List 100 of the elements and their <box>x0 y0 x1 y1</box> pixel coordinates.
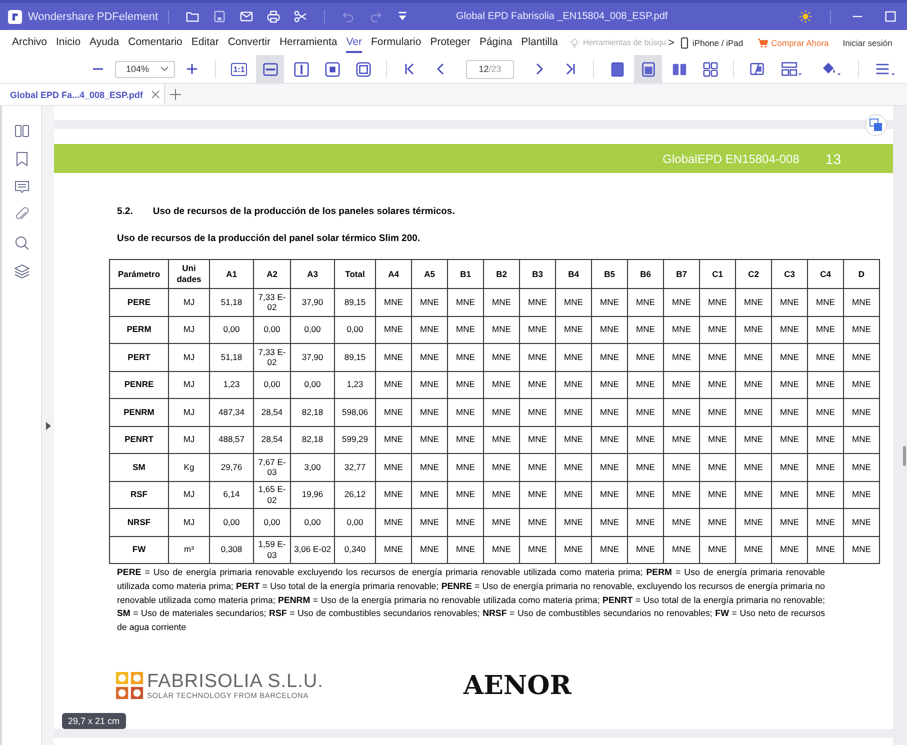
phone-icon <box>678 36 690 48</box>
table-cell: MNE <box>520 398 556 426</box>
table-cell: MNE <box>592 316 628 344</box>
cart-icon <box>757 36 768 48</box>
table-cell: MNE <box>736 454 772 481</box>
scissors-icon[interactable] <box>294 10 308 23</box>
table-cell: MNE <box>628 371 664 398</box>
row-header: PENRT <box>110 426 168 454</box>
actual-size-button[interactable]: 1:1 <box>225 55 253 83</box>
table-cell: MNE <box>376 344 412 371</box>
row-header: PERT <box>110 344 168 371</box>
table-cell: MNE <box>664 508 700 536</box>
table-cell: MNE <box>772 371 808 398</box>
table-cell: MJ <box>168 508 210 536</box>
bookmark-icon[interactable] <box>14 151 30 167</box>
menu-item[interactable]: Comentario <box>128 32 182 52</box>
save-icon[interactable] <box>213 10 226 23</box>
continuous-view-button[interactable] <box>634 55 662 83</box>
continuous-page-icon[interactable] <box>640 60 656 78</box>
table-cell: 0,00 <box>254 316 290 344</box>
table-cell: MNE <box>520 288 556 316</box>
table-cell: 3,06 E-02 <box>290 536 334 564</box>
comment-icon[interactable] <box>14 179 30 195</box>
table-cell: MNE <box>736 371 772 398</box>
page-number: 13 <box>825 150 841 166</box>
mail-icon[interactable] <box>240 10 254 23</box>
sun-icon[interactable] <box>799 10 812 23</box>
more-chevron[interactable]: > <box>668 36 675 48</box>
menu-item[interactable]: Herramienta <box>279 32 338 52</box>
column-header: C2 <box>736 260 772 288</box>
search-icon[interactable] <box>14 235 30 251</box>
devices-link[interactable]: iPhone / iPad <box>692 38 744 48</box>
table-cell: MJ <box>168 316 210 344</box>
table-cell: MNE <box>700 316 736 344</box>
table-cell: MNE <box>808 344 844 371</box>
fullscreen-icon[interactable] <box>354 60 372 78</box>
column-header: B7 <box>664 260 700 288</box>
layers-icon[interactable] <box>14 263 30 279</box>
column-header: B5 <box>592 260 628 288</box>
table-cell: MNE <box>664 481 700 508</box>
table-cell: MNE <box>628 344 664 371</box>
table-cell: MNE <box>484 398 520 426</box>
chevron-down-icon[interactable] <box>160 66 169 72</box>
menu-item[interactable]: Convertir <box>228 32 270 52</box>
folder-icon[interactable] <box>186 10 200 23</box>
table-cell: 0,00 <box>290 371 334 398</box>
table-title: Uso de recursos de la producción del panel solar térmico Slim 200. <box>116 233 422 244</box>
menu-item[interactable]: Ver <box>346 32 362 52</box>
document-tab[interactable]: Global EPD Fa...4_008_ESP.pdf <box>0 84 165 105</box>
table-cell: 89,15 <box>334 344 376 371</box>
column-header: A1 <box>210 260 254 288</box>
table-cell: MNE <box>376 398 412 426</box>
fit-width-button[interactable] <box>256 55 284 83</box>
menu-item[interactable]: Editar <box>191 32 219 52</box>
zoom-dropdown[interactable]: 104% <box>115 60 175 78</box>
thumbnails-icon[interactable] <box>14 123 30 139</box>
section-number: 5.2. <box>117 206 133 217</box>
table-cell: 6,14 <box>210 481 254 508</box>
table-cell: MNE <box>412 426 448 454</box>
table-cell: MNE <box>844 508 880 536</box>
table-cell: MNE <box>412 288 448 316</box>
table-cell: MNE <box>484 481 520 508</box>
menu-item[interactable]: Página <box>479 32 512 52</box>
fit-page-icon[interactable] <box>324 60 340 78</box>
table-cell: MNE <box>628 536 664 564</box>
row-header: NRSF <box>110 508 168 536</box>
table-cell: MNE <box>700 398 736 426</box>
maximize-icon[interactable] <box>884 10 897 23</box>
menu-item[interactable]: Ayuda <box>90 32 120 52</box>
single-page-icon[interactable] <box>608 60 626 78</box>
table-cell: 51,18 <box>210 288 254 316</box>
table-cell: MNE <box>628 288 664 316</box>
lightbulb-icon <box>568 36 580 48</box>
row-header: SM <box>110 454 168 481</box>
convert-word-icon[interactable] <box>865 114 887 136</box>
menu-item[interactable]: Proteger <box>430 32 470 52</box>
table-cell: 0,00 <box>210 316 254 344</box>
fit-height-icon[interactable] <box>292 60 310 78</box>
table-cell: MNE <box>592 454 628 481</box>
column-header: C1 <box>700 260 736 288</box>
menu-item[interactable]: Formulario <box>371 32 422 52</box>
menu-item[interactable]: Archivo <box>12 32 48 52</box>
column-header: D <box>844 260 880 288</box>
print-icon[interactable] <box>267 10 280 23</box>
login-link[interactable]: Iniciar sesión <box>842 38 892 48</box>
table-cell: MNE <box>772 481 808 508</box>
fit-width-icon[interactable] <box>262 60 278 78</box>
table-cell: 37,90 <box>290 344 334 371</box>
expand-panel-icon[interactable] <box>46 422 50 430</box>
menu-item[interactable]: Inicio <box>56 32 81 52</box>
table-cell: MNE <box>556 536 592 564</box>
page-number-field[interactable]: 12/23 <box>466 60 514 78</box>
table-cell: MNE <box>484 508 520 536</box>
certifier-logo: AENOR <box>463 670 572 701</box>
close-icon[interactable] <box>150 90 160 99</box>
table-cell: MNE <box>556 398 592 426</box>
scrollbar-thumb[interactable] <box>903 446 906 466</box>
new-tab-icon[interactable] <box>170 89 181 100</box>
grid-view-icon[interactable] <box>702 60 718 78</box>
menu-item[interactable]: Plantilla <box>521 32 558 52</box>
